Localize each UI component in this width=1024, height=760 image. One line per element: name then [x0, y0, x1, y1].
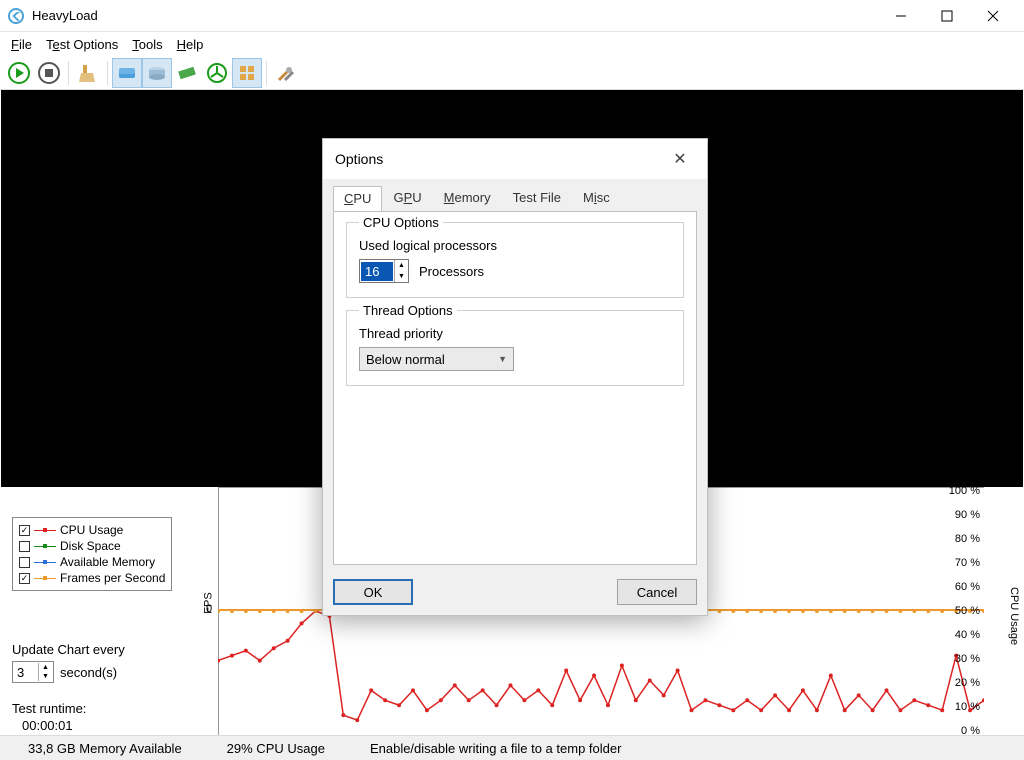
tile-toggle-button[interactable] [232, 58, 262, 88]
close-button[interactable] [970, 1, 1016, 31]
right-axis-tick: 90 % [944, 509, 980, 521]
separator [266, 61, 267, 85]
minimize-button[interactable] [878, 1, 924, 31]
ok-button[interactable]: OK [333, 579, 413, 605]
runtime-value: 00:00:01 [22, 718, 73, 733]
right-axis-tick: 60 % [944, 581, 980, 593]
legend-available-memory[interactable]: Available Memory [19, 554, 165, 570]
right-axis-tick: 100 % [944, 485, 980, 497]
play-button[interactable] [4, 58, 34, 88]
group-title: CPU Options [359, 215, 443, 230]
window-title: HeavyLoad [32, 8, 878, 23]
settings-button[interactable] [271, 58, 301, 88]
runtime-label: Test runtime: [12, 701, 86, 716]
status-memory: 33,8 GB Memory Available [8, 741, 207, 756]
checkbox-icon[interactable]: ✓ [19, 573, 30, 584]
clean-button[interactable] [73, 58, 103, 88]
tab-cpu[interactable]: CPU [333, 186, 382, 212]
right-axis-tick: 20 % [944, 677, 980, 689]
hdd-toggle-button[interactable] [142, 58, 172, 88]
thread-options-group: Thread Options Thread priority Below nor… [346, 310, 684, 386]
separator [107, 61, 108, 85]
chevron-down-icon[interactable]: ▼ [39, 672, 52, 681]
chevron-down-icon[interactable]: ▼ [395, 271, 408, 282]
update-chart-label: Update Chart every [12, 642, 125, 657]
cancel-button[interactable]: Cancel [617, 579, 697, 605]
used-processors-label: Used logical processors [359, 238, 671, 253]
tab-misc[interactable]: Misc [572, 185, 621, 211]
chevron-up-icon[interactable]: ▲ [39, 663, 52, 672]
status-cpu: 29% CPU Usage [207, 741, 350, 756]
update-interval-stepper[interactable]: 3 ▲▼ [12, 661, 54, 683]
status-hint: Enable/disable writing a file to a temp … [350, 741, 1016, 756]
processors-unit: Processors [419, 264, 484, 279]
ram-toggle-button[interactable] [172, 58, 202, 88]
menu-test-options[interactable]: Test Options [39, 35, 125, 54]
group-title: Thread Options [359, 303, 457, 318]
menu-tools[interactable]: Tools [125, 35, 169, 54]
disk-toggle-button[interactable] [112, 58, 142, 88]
legend-cpu-usage[interactable]: ✓ CPU Usage [19, 522, 165, 538]
thread-priority-select[interactable]: Below normal ▼ [359, 347, 514, 371]
legend-disk-space[interactable]: Disk Space [19, 538, 165, 554]
checkbox-icon[interactable]: ✓ [19, 525, 30, 536]
dialog-titlebar: Options ✕ [323, 139, 707, 179]
statusbar: 33,8 GB Memory Available 29% CPU Usage E… [0, 735, 1024, 760]
right-axis-tick: 30 % [944, 653, 980, 665]
legend-label: Disk Space [60, 539, 121, 553]
options-dialog: Options ✕ CPU GPU Memory Test File Misc … [322, 138, 708, 616]
tab-panel-cpu: CPU Options Used logical processors 16 ▲… [333, 211, 697, 565]
fps-tick: 0 [206, 603, 212, 615]
checkbox-icon[interactable] [19, 557, 30, 568]
thread-priority-value: Below normal [366, 352, 445, 367]
right-axis-tick: 80 % [944, 533, 980, 545]
dialog-title: Options [335, 151, 383, 167]
menubar: File Test Options Tools Help [0, 32, 1024, 56]
legend-label: Frames per Second [60, 571, 165, 585]
menu-help[interactable]: Help [170, 35, 211, 54]
tab-gpu[interactable]: GPU [382, 185, 432, 211]
thread-priority-label: Thread priority [359, 326, 671, 341]
cpu-options-group: CPU Options Used logical processors 16 ▲… [346, 222, 684, 298]
toolbar [0, 56, 1024, 90]
maximize-button[interactable] [924, 1, 970, 31]
legend-fps[interactable]: ✓ Frames per Second [19, 570, 165, 586]
processors-value: 16 [361, 262, 393, 281]
legend-label: CPU Usage [60, 523, 123, 537]
cpu-axis-label: CPU Usage [1008, 587, 1020, 645]
menu-file[interactable]: File [4, 35, 39, 54]
right-axis-tick: 10 % [944, 701, 980, 713]
checkbox-icon[interactable] [19, 541, 30, 552]
stop-button[interactable] [34, 58, 64, 88]
right-axis-tick: 50 % [944, 605, 980, 617]
right-axis-tick: 70 % [944, 557, 980, 569]
tab-strip: CPU GPU Memory Test File Misc [333, 185, 697, 211]
dialog-close-button[interactable]: ✕ [665, 144, 695, 174]
legend-label: Available Memory [60, 555, 155, 569]
processors-stepper[interactable]: 16 ▲▼ [359, 259, 409, 283]
right-axis-tick: 40 % [944, 629, 980, 641]
separator [68, 61, 69, 85]
tab-testfile[interactable]: Test File [502, 185, 572, 211]
update-unit: second(s) [60, 665, 117, 680]
update-value: 3 [17, 665, 24, 680]
chevron-up-icon[interactable]: ▲ [395, 260, 408, 271]
app-icon [8, 8, 24, 24]
proc-toggle-button[interactable] [202, 58, 232, 88]
chart-legend: ✓ CPU Usage Disk Space Available Memory … [12, 517, 172, 591]
tab-memory[interactable]: Memory [433, 185, 502, 211]
titlebar: HeavyLoad [0, 0, 1024, 32]
chevron-down-icon: ▼ [498, 354, 507, 364]
